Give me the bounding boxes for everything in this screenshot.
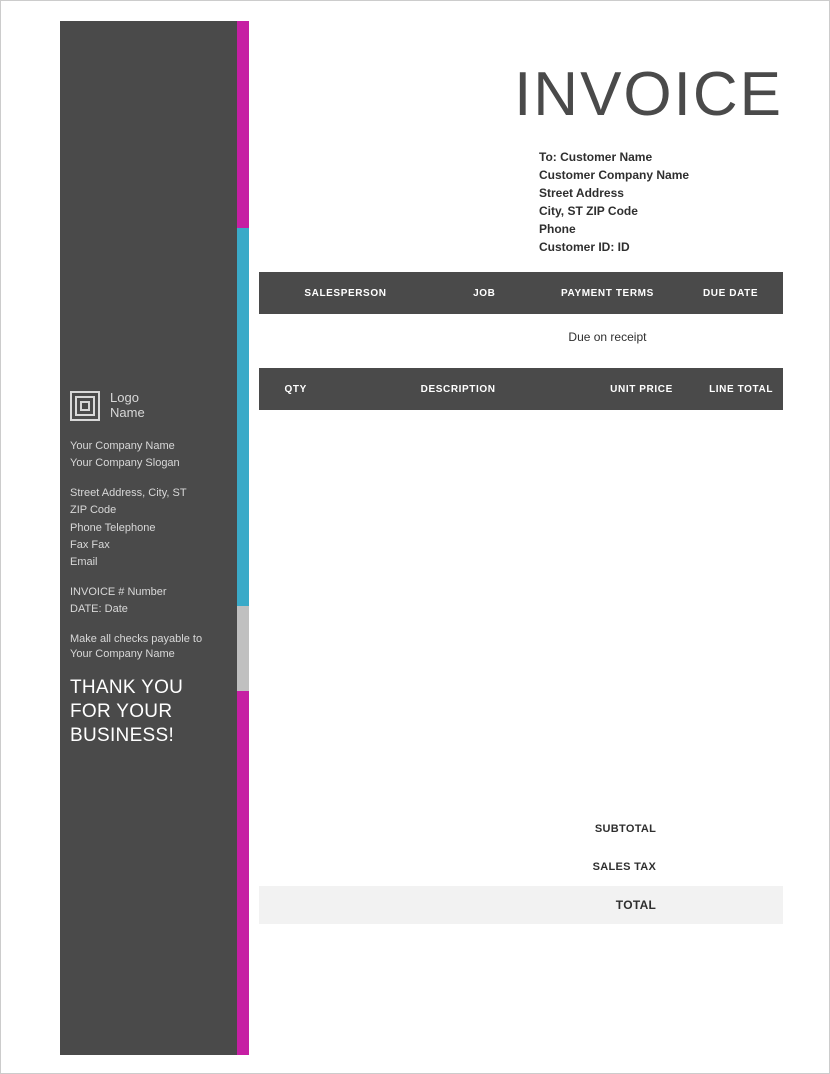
- total-row: TOTAL: [259, 886, 783, 924]
- accent-gray: [237, 606, 249, 691]
- col-description-header: DESCRIPTION: [332, 384, 584, 395]
- col-salesperson-header: SALESPERSON: [259, 288, 432, 299]
- accent-teal: [237, 228, 249, 606]
- company-name: Your Company Name: [70, 439, 227, 454]
- col-job-header: JOB: [432, 288, 537, 299]
- totals-block: SUBTOTAL SALES TAX TOTAL: [259, 810, 783, 924]
- subtotal-label: SUBTOTAL: [259, 823, 678, 835]
- company-slogan: Your Company Slogan: [70, 456, 227, 471]
- customer-company: Customer Company Name: [539, 166, 783, 184]
- customer-to: To: Customer Name: [539, 148, 783, 166]
- invoice-date: DATE: Date: [70, 602, 227, 617]
- company-fax: Fax Fax: [70, 538, 227, 553]
- items-body: [259, 410, 783, 810]
- total-label: TOTAL: [259, 898, 678, 912]
- logo-line2: Name: [110, 405, 145, 420]
- accent-strip: [237, 21, 249, 1055]
- col-qty-header: QTY: [259, 384, 332, 395]
- invoice-meta-block: INVOICE # Number DATE: Date: [70, 585, 227, 618]
- company-block: Your Company Name Your Company Slogan: [70, 439, 227, 472]
- col-payment-terms-header: PAYMENT TERMS: [537, 288, 678, 299]
- invoice-number: INVOICE # Number: [70, 585, 227, 600]
- customer-block: To: Customer Name Customer Company Name …: [539, 148, 783, 256]
- logo-block: Logo Name: [70, 391, 227, 421]
- main-content: INVOICE To: Customer Name Customer Compa…: [259, 21, 783, 1053]
- val-payment-terms: Due on receipt: [537, 330, 678, 344]
- col-line-total-header: LINE TOTAL: [699, 384, 783, 395]
- logo-icon: [70, 391, 100, 421]
- val-salesperson: [259, 330, 432, 344]
- address-block: Street Address, City, ST ZIP Code Phone …: [70, 486, 227, 571]
- logo-line1: Logo: [110, 390, 139, 405]
- accent-magenta-bottom: [237, 691, 249, 1055]
- payable-note: Make all checks payable to Your Company …: [70, 632, 227, 663]
- page-title: INVOICE: [259, 59, 783, 130]
- val-job: [432, 330, 537, 344]
- details-body-row: Due on receipt: [259, 314, 783, 368]
- company-phone: Phone Telephone: [70, 521, 227, 536]
- details-header-row: SALESPERSON JOB PAYMENT TERMS DUE DATE: [259, 272, 783, 314]
- company-email: Email: [70, 555, 227, 570]
- customer-phone: Phone: [539, 220, 783, 238]
- customer-city: City, ST ZIP Code: [539, 202, 783, 220]
- customer-street: Street Address: [539, 184, 783, 202]
- sales-tax-row: SALES TAX: [259, 848, 783, 886]
- items-header-row: QTY DESCRIPTION UNIT PRICE LINE TOTAL: [259, 368, 783, 410]
- thank-you-heading: THANK YOU FOR YOUR BUSINESS!: [70, 676, 227, 747]
- sales-tax-label: SALES TAX: [259, 861, 678, 873]
- sidebar-panel: Logo Name Your Company Name Your Company…: [60, 21, 237, 1055]
- accent-magenta-top: [237, 21, 249, 228]
- val-due-date: [678, 330, 783, 344]
- subtotal-row: SUBTOTAL: [259, 810, 783, 848]
- col-due-date-header: DUE DATE: [678, 288, 783, 299]
- col-unit-price-header: UNIT PRICE: [584, 384, 699, 395]
- customer-id: Customer ID: ID: [539, 238, 783, 256]
- addr-line2: ZIP Code: [70, 503, 227, 518]
- logo-text: Logo Name: [110, 391, 145, 421]
- addr-line1: Street Address, City, ST: [70, 486, 227, 501]
